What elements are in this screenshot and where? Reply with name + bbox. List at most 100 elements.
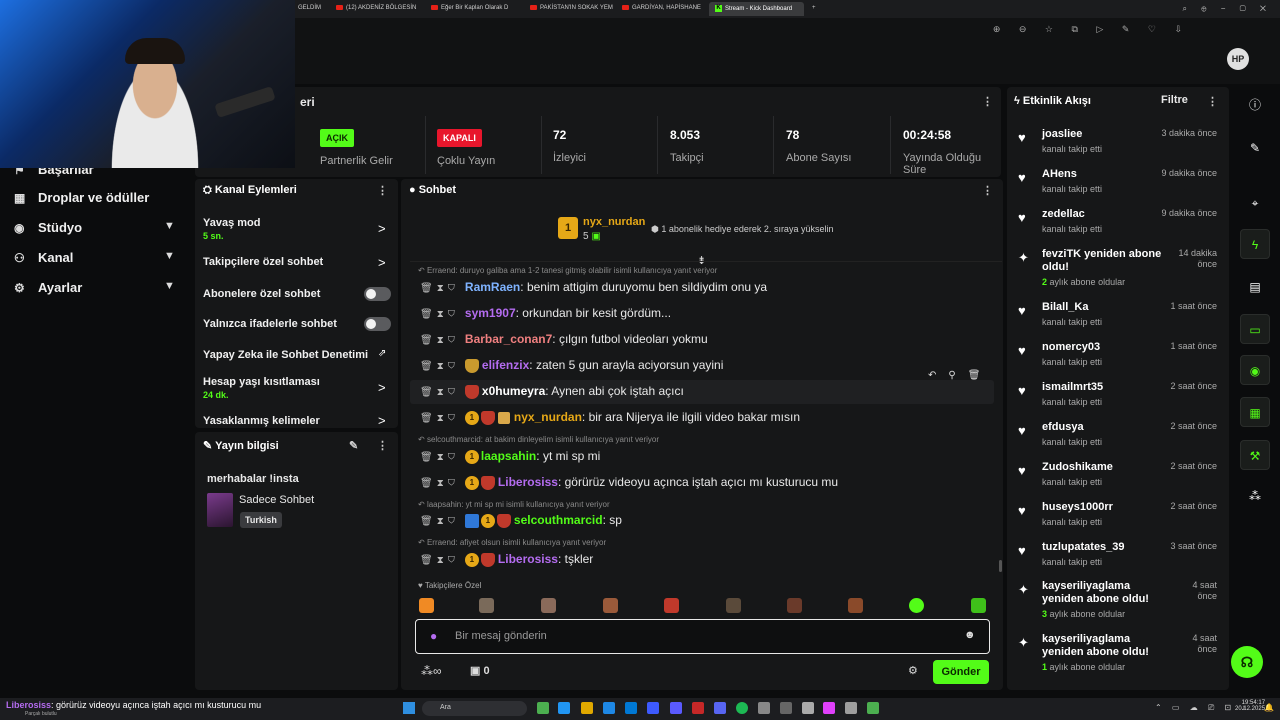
kebab-menu-icon[interactable]: ⋮ — [377, 439, 388, 452]
app-icon[interactable] — [780, 702, 792, 714]
app-icon[interactable] — [603, 702, 615, 714]
app-icon[interactable] — [558, 702, 570, 714]
discord-icon[interactable] — [714, 702, 726, 714]
nav-item-drops[interactable]: ▦ Droplar ve ödüller — [14, 190, 149, 205]
clock[interactable]: 19:54:17 20.12.2025 — [1235, 700, 1265, 712]
chat-message[interactable]: 🗑⧗⛉ 1 selcouthmarcid: sp — [420, 513, 622, 528]
browser-tab[interactable]: (12) AKDENİZ BÖLGESİN — [330, 2, 430, 16]
followers-only-row[interactable]: Takipçilere özel sohbet — [203, 256, 323, 268]
emote[interactable] — [664, 598, 679, 613]
channel-points-icon[interactable]: ⁂∞ — [421, 664, 442, 678]
app-icon[interactable] — [758, 702, 770, 714]
emote[interactable] — [603, 598, 618, 613]
emote[interactable] — [787, 598, 802, 613]
browser-tab-active[interactable]: K Stream - Kick Dashboard — [709, 2, 804, 16]
app-icon[interactable] — [867, 702, 879, 714]
chat-message[interactable]: 🗑⧗⛉ 1 Liberosiss: tşkler — [420, 552, 593, 567]
new-tab-button[interactable]: + — [806, 2, 818, 16]
kebab-menu-icon[interactable]: ⋮ — [982, 95, 993, 108]
reply-icon[interactable]: ↶ — [928, 370, 948, 381]
browser-tab[interactable]: Eğer Bir Kaplan Olarak D — [425, 2, 520, 16]
kebab-menu-icon[interactable]: ⋮ — [377, 184, 388, 197]
nav-item-channel[interactable]: ⚇ Kanal ▼ — [14, 250, 175, 265]
chevron-right-icon[interactable]: > — [378, 380, 386, 395]
mod-tools-icons[interactable]: 🗑⧗⛉ — [420, 335, 459, 346]
browser-tab[interactable]: GARDİYAN, HAPİSHANE — [616, 2, 708, 16]
app-icon[interactable] — [670, 702, 682, 714]
browser-tab[interactable]: PAKİSTAN'IN SOKAK YEM — [524, 2, 616, 16]
chat-message[interactable]: 🗑⧗⛉ 1 Liberosiss: görürüz videoyu açınca i… — [420, 475, 838, 490]
account-age-row[interactable]: Hesap yaşı kısıtlaması 24 dk. — [203, 376, 320, 400]
emoji-icon[interactable]: ☻ — [964, 629, 976, 641]
chat-scrollbar[interactable] — [999, 560, 1002, 572]
taskbar-search[interactable]: Ara — [422, 701, 527, 716]
broadcast-icon[interactable]: ◉ — [1240, 355, 1270, 385]
chat-message[interactable]: 🗑⧗⛉ 1 laapsahin: yt mi sp mi — [420, 449, 600, 464]
subscribers-only-toggle[interactable] — [364, 287, 391, 301]
emote[interactable] — [479, 598, 494, 613]
banned-words-row[interactable]: Yasaklanmış kelimeler — [203, 415, 320, 427]
mod-tools-icons[interactable]: 🗑⧗⛉ — [420, 452, 459, 463]
folder-icon[interactable] — [581, 702, 593, 714]
profile-avatar[interactable]: HP — [1227, 48, 1249, 70]
chat-message[interactable]: 🗑⧗⛉ Barbar_conan7: çılgın futbol videolar… — [420, 332, 708, 346]
chat-message[interactable]: 🗑⧗⛉ sym1907: orkundan bir kesit gördüm... — [420, 306, 671, 320]
chevron-right-icon[interactable]: > — [378, 255, 386, 270]
mod-tools-icons[interactable]: 🗑⧗⛉ — [420, 283, 459, 294]
mod-tools-icons[interactable]: 🗑⧗⛉ — [420, 413, 459, 424]
wrench-icon[interactable]: ⚒ — [1240, 440, 1270, 470]
kebab-menu-icon[interactable]: ⋮ — [1207, 95, 1218, 108]
chat-message[interactable]: 🗑⧗⛉ elifenzix: zaten 5 gun arayla aciyors… — [420, 358, 723, 373]
target-icon[interactable]: ⌖ — [1240, 188, 1270, 218]
emote[interactable] — [971, 598, 986, 613]
emote[interactable] — [541, 598, 556, 613]
message-actions[interactable]: ↶⚲🗑 — [928, 370, 998, 390]
app-icon[interactable] — [802, 702, 814, 714]
send-button[interactable]: Gönder — [933, 660, 989, 684]
mod-tools-icons[interactable]: 🗑⧗⛉ — [420, 309, 459, 320]
chat-icon[interactable]: ▭ — [1240, 314, 1270, 344]
edit-icon[interactable]: ✎ — [1240, 133, 1270, 163]
browser-tab[interactable]: GELDİM — [292, 2, 324, 16]
browser-toolbar-icons[interactable]: ⊕ ⊖ ☆ ⧉ ▷ ✎ ♡ ⇩ — [993, 24, 1190, 35]
dashboard-icon[interactable]: ▦ — [1240, 397, 1270, 427]
slow-mode-row[interactable]: Yavaş mod 5 sn. — [203, 217, 260, 241]
chat-input[interactable]: ● Bir mesaj gönderin ☻ — [415, 619, 990, 654]
spotify-icon[interactable] — [736, 702, 748, 714]
pin-icon[interactable]: ⚲ — [948, 370, 967, 381]
app-icon[interactable] — [823, 702, 835, 714]
mod-tools-icons[interactable]: 🗑⧗⛉ — [420, 555, 459, 566]
chat-message[interactable]: 🗑⧗⛉ RamRaen: benim attigim duruyomu ben s… — [420, 280, 767, 294]
emote[interactable] — [848, 598, 863, 613]
browser-window-controls[interactable]: ⌕ ⊕ − ▢ ✕ — [1183, 4, 1272, 14]
app-icon[interactable] — [537, 702, 549, 714]
chat-settings-icon[interactable]: ⚙ — [908, 664, 918, 677]
chat-message[interactable]: 🗑⧗⛉ 1 nyx_nurdan: bir ara Nijerya ile ilgi… — [420, 410, 800, 425]
pinned-user[interactable]: nyx_nurdan — [583, 216, 645, 228]
notification-bell-icon[interactable]: 🔔 — [1264, 703, 1274, 712]
emote[interactable] — [726, 598, 741, 613]
apps-icon[interactable]: ⁂ — [1240, 481, 1270, 511]
mod-tools-icons[interactable]: 🗑⧗⛉ — [420, 361, 459, 372]
app-icon[interactable] — [845, 702, 857, 714]
emote[interactable] — [909, 598, 924, 613]
edge-icon[interactable] — [625, 702, 637, 714]
chart-icon[interactable]: ⇗ — [378, 348, 386, 359]
filter-button[interactable]: Filtre — [1161, 94, 1188, 106]
info-icon[interactable]: ⓘ — [1240, 90, 1270, 120]
chat-message[interactable]: 🗑⧗⛉ x0humeyra: Aynen abi çok iştah açıcı — [420, 384, 684, 399]
nav-item-studio[interactable]: ◉ Stüdyo ▼ — [14, 220, 175, 235]
delete-icon[interactable]: 🗑 — [968, 370, 993, 381]
microphone-icon[interactable]: ● — [430, 629, 437, 643]
gift-counter[interactable]: ▣ 0 — [470, 664, 490, 677]
chevron-right-icon[interactable]: > — [378, 221, 386, 236]
chevron-right-icon[interactable]: > — [378, 413, 386, 428]
mod-tools-icons[interactable]: 🗑⧗⛉ — [420, 516, 459, 527]
ai-moderation-row[interactable]: Yapay Zeka ile Sohbet Denetimi — [203, 349, 368, 361]
windows-start-icon[interactable] — [403, 702, 415, 714]
mod-tools-icons[interactable]: 🗑⧗⛉ — [420, 387, 459, 398]
emote-only-toggle[interactable] — [364, 317, 391, 331]
kebab-menu-icon[interactable]: ⋮ — [982, 184, 993, 197]
mod-tools-icons[interactable]: 🗑⧗⛉ — [420, 478, 459, 489]
lightning-icon[interactable]: ϟ — [1240, 229, 1270, 259]
